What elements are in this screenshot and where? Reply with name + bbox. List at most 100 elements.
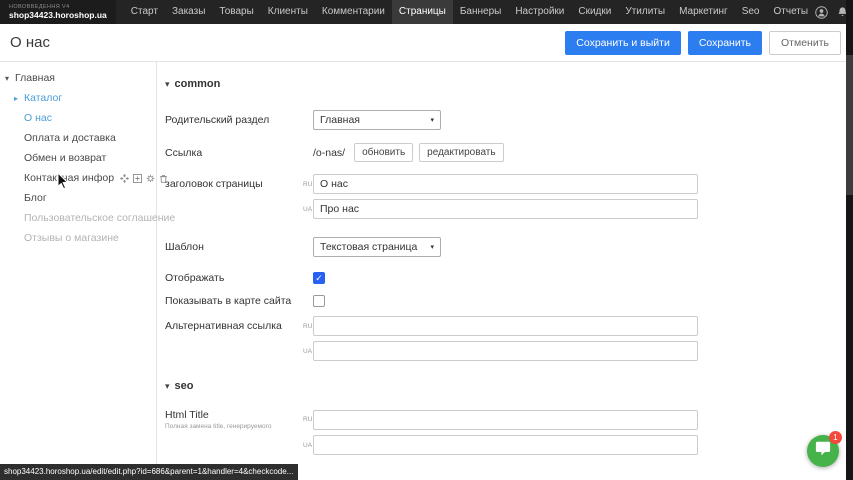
field-label: Альтернативная ссылка: [165, 320, 303, 332]
header-actions: Сохранить и выйти Сохранить Отменить: [565, 31, 841, 55]
parent-section-select[interactable]: Главная ▾: [313, 110, 441, 130]
link-edit-button[interactable]: редактировать: [419, 143, 503, 162]
chevron-down-icon: ▾: [430, 243, 434, 251]
tree-item-otzyvy-o-magazine[interactable]: Отзывы о магазине: [0, 228, 156, 248]
topbar: НОВОВВЕДЕННЯ V4 shop34423.horoshop.ua Ст…: [0, 0, 853, 24]
menu-item-nastroiki[interactable]: Настройки: [508, 0, 571, 24]
lang-tag-ru: RU: [303, 416, 313, 423]
html-title-ru-input[interactable]: [313, 410, 698, 430]
field-template: Шаблон Текстовая страница ▾: [165, 237, 853, 257]
tree-item-katalog[interactable]: ▸ Каталог: [0, 88, 156, 108]
caret-down-icon[interactable]: ▾: [5, 74, 15, 83]
section-title: common: [175, 78, 221, 90]
tree-item-blog[interactable]: Блог: [0, 188, 156, 208]
move-icon[interactable]: [120, 174, 129, 183]
main-area: ▾ Главная ▸ Каталог О нас Оплата и доста…: [0, 62, 853, 479]
add-icon[interactable]: [133, 174, 142, 183]
menu-item-start[interactable]: Старт: [124, 0, 165, 24]
link-update-button[interactable]: обновить: [354, 143, 413, 162]
vertical-scrollbar[interactable]: [846, 0, 853, 480]
caret-down-icon: ▾: [165, 381, 170, 392]
menu-item-klienty[interactable]: Клиенты: [261, 0, 315, 24]
menu-item-seo[interactable]: Seo: [735, 0, 767, 24]
caret-down-icon: ▾: [165, 79, 170, 90]
alt-link-ru-input[interactable]: [313, 316, 698, 336]
lang-tag-ru: RU: [303, 323, 313, 330]
field-page-title-ua: UA: [165, 199, 853, 219]
pages-tree: ▾ Главная ▸ Каталог О нас Оплата и доста…: [0, 62, 157, 479]
account-icon[interactable]: [815, 6, 828, 19]
field-page-title-ru: заголовок страницы RU: [165, 174, 853, 194]
field-hint: Полная замена title, генерируемого: [165, 423, 303, 430]
page-title-ru-input[interactable]: [313, 174, 698, 194]
page-title: О нас: [10, 34, 50, 51]
tree-item-polzovatelskoe-soglashenie[interactable]: Пользовательское соглашение: [0, 208, 156, 228]
gear-icon[interactable]: [146, 174, 155, 183]
field-parent-section: Родительский раздел Главная ▾: [165, 110, 853, 130]
status-url-tooltip: shop34423.horoshop.ua/edit/edit.php?id=6…: [0, 464, 298, 480]
menu-item-stranicy[interactable]: Страницы: [392, 0, 453, 24]
menu-item-zakazy[interactable]: Заказы: [165, 0, 212, 24]
tree-item-label: Контактная инфор: [24, 172, 114, 184]
tree-item-label: Каталог: [24, 92, 62, 104]
display-checkbox[interactable]: ✓: [313, 272, 325, 284]
field-html-title-ua: UA: [165, 435, 853, 455]
scrollbar-thumb[interactable]: [846, 55, 853, 195]
tree-item-oplata-i-dostavka[interactable]: Оплата и доставка: [0, 128, 156, 148]
tree-item-label: Оплата и доставка: [24, 132, 116, 144]
lang-tag-ua: UA: [303, 348, 313, 355]
chat-bubble-icon: [815, 441, 831, 461]
tree-item-label: Обмен и возврат: [24, 152, 106, 164]
cancel-button[interactable]: Отменить: [769, 31, 841, 55]
sitemap-checkbox[interactable]: ✓: [313, 295, 325, 307]
tree-item-o-nas[interactable]: О нас: [0, 108, 156, 128]
link-value: /o-nas/: [313, 147, 345, 159]
field-label: Шаблон: [165, 241, 303, 253]
tree-item-kontaktnaya-informaciya[interactable]: Контактная инфор: [0, 168, 156, 188]
section-common-header[interactable]: ▾ common: [165, 78, 853, 90]
select-value: Текстовая страница: [320, 241, 417, 253]
field-alt-link-ru: Альтернативная ссылка RU: [165, 316, 853, 336]
caret-right-icon[interactable]: ▸: [14, 94, 24, 103]
template-select[interactable]: Текстовая страница ▾: [313, 237, 441, 257]
menu-item-utility[interactable]: Утилиты: [618, 0, 672, 24]
page-header: О нас Сохранить и выйти Сохранить Отмени…: [0, 24, 853, 62]
chevron-down-icon: ▾: [430, 116, 434, 124]
page-title-ua-input[interactable]: [313, 199, 698, 219]
check-icon: ✓: [315, 274, 323, 283]
field-label: заголовок страницы: [165, 178, 303, 190]
save-and-exit-button[interactable]: Сохранить и выйти: [565, 31, 681, 55]
lang-tag-ua: UA: [303, 206, 313, 213]
html-title-ua-input[interactable]: [313, 435, 698, 455]
field-label: Отображать: [165, 272, 303, 284]
tree-item-label: Главная: [15, 72, 55, 84]
menu-item-kommentarii[interactable]: Комментарии: [315, 0, 392, 24]
chat-launcher[interactable]: 1: [807, 435, 839, 467]
menu-item-skidki[interactable]: Скидки: [571, 0, 618, 24]
section-seo-header[interactable]: ▾ seo: [165, 380, 853, 392]
field-sitemap: Показывать в карте сайта ✓: [165, 295, 853, 307]
edit-form: ▾ common Родительский раздел Главная ▾ С…: [157, 62, 853, 479]
chat-unread-badge: 1: [829, 431, 842, 444]
tree-item-glavnaya[interactable]: ▾ Главная: [0, 68, 156, 88]
tree-item-label: Отзывы о магазине: [24, 232, 119, 244]
menu-item-marketing[interactable]: Маркетинг: [672, 0, 735, 24]
field-label: Ссылка: [165, 147, 303, 159]
tree-item-label: О нас: [24, 112, 52, 124]
tree-item-obmen-i-vozvrat[interactable]: Обмен и возврат: [0, 148, 156, 168]
lang-tag-ru: RU: [303, 181, 313, 188]
field-label: Родительский раздел: [165, 114, 303, 126]
logo[interactable]: НОВОВВЕДЕННЯ V4 shop34423.horoshop.ua: [0, 0, 116, 24]
field-label: Html Title: [165, 409, 303, 421]
menu-item-bannery[interactable]: Баннеры: [453, 0, 508, 24]
main-menu: Старт Заказы Товары Клиенты Комментарии …: [124, 0, 815, 24]
menu-item-otchety[interactable]: Отчеты: [767, 0, 816, 24]
save-button[interactable]: Сохранить: [688, 31, 762, 55]
shop-domain: shop34423.horoshop.ua: [9, 11, 107, 20]
select-value: Главная: [320, 114, 360, 126]
tree-item-label: Пользовательское соглашение: [24, 212, 175, 224]
field-html-title-ru: Html Title Полная замена title, генериру…: [165, 409, 853, 430]
alt-link-ua-input[interactable]: [313, 341, 698, 361]
field-link: Ссылка /o-nas/ обновить редактировать: [165, 143, 853, 162]
menu-item-tovary[interactable]: Товары: [212, 0, 260, 24]
